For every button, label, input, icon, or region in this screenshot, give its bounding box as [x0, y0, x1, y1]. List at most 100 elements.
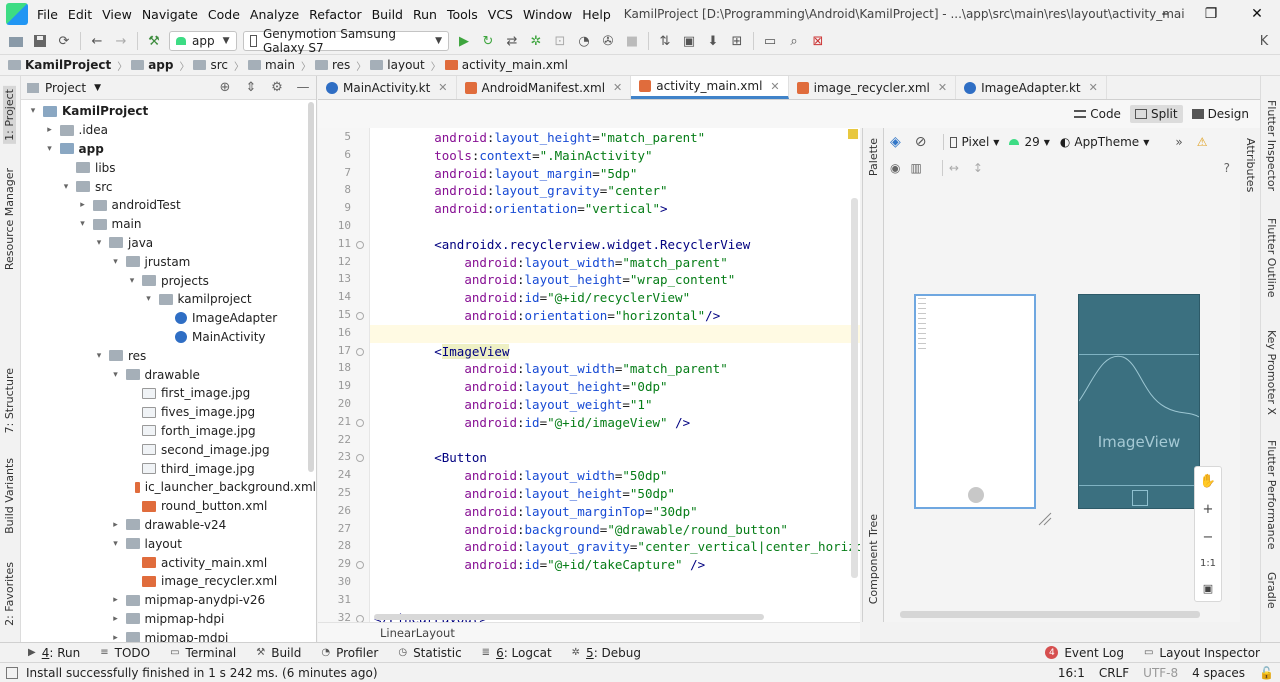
bottom-tool-tab[interactable]: ▭ Terminal	[170, 646, 236, 660]
close-tab-icon[interactable]: ✕	[1089, 81, 1098, 94]
apply-code-changes-icon[interactable]: ⇄	[500, 30, 524, 52]
tool-tab-resource-manager[interactable]: Resource Manager	[3, 168, 16, 270]
tree-node[interactable]: first_image.jpg	[21, 384, 316, 403]
status-message[interactable]: Install successfully finished in 1 s 242…	[26, 666, 378, 680]
tree-node[interactable]: ▾ kamilproject	[21, 290, 316, 309]
layout-inspector-tab[interactable]: ▭ Layout Inspector	[1144, 646, 1260, 660]
structure-breadcrumb-item[interactable]: LinearLayout	[380, 626, 455, 640]
close-tab-icon[interactable]: ✕	[613, 81, 622, 94]
minimize-button[interactable]: –	[1142, 0, 1188, 28]
tree-node[interactable]: ▾ res	[21, 346, 316, 365]
breadcrumb-item[interactable]: activity_main.xml	[444, 58, 568, 72]
tree-node[interactable]: round_button.xml	[21, 497, 316, 516]
code-line[interactable]: android:layout_height="wrap_content"	[374, 272, 735, 287]
code-line[interactable]: android:layout_marginTop="30dp"	[374, 504, 697, 519]
editor-tab[interactable]: image_recycler.xml ✕	[789, 76, 957, 99]
help-icon[interactable]: ?	[1224, 161, 1230, 175]
maximize-button[interactable]: ❐	[1188, 0, 1234, 28]
gradle-tasks-icon[interactable]: ⊠	[806, 30, 830, 52]
tree-node[interactable]: activity_main.xml	[21, 553, 316, 572]
hammer-icon[interactable]: ⚒	[142, 30, 166, 52]
bottom-tool-tab[interactable]: ⚒ Build	[256, 646, 301, 660]
menu-build[interactable]: Build	[367, 7, 408, 22]
tree-node[interactable]: ▸ .idea	[21, 121, 316, 140]
theme-picker[interactable]: ◐ AppTheme ▼	[1060, 135, 1149, 149]
close-tab-icon[interactable]: ✕	[770, 80, 779, 93]
code-line[interactable]: <ImageView	[374, 343, 510, 359]
tool-tab-flutter-inspector[interactable]: Flutter Inspector	[1265, 100, 1278, 191]
code-line[interactable]: android:background="@drawable/round_butt…	[374, 522, 788, 537]
project-tree-scrollbar[interactable]	[308, 102, 314, 472]
bottom-tool-tab[interactable]: ✲ 5: Debug	[572, 646, 641, 660]
menu-vcs[interactable]: VCS	[483, 7, 518, 22]
tree-node[interactable]: image_recycler.xml	[21, 572, 316, 591]
project-view-select[interactable]: Project	[45, 81, 86, 95]
tree-node[interactable]: ▾ main	[21, 215, 316, 234]
menu-analyze[interactable]: Analyze	[245, 7, 304, 22]
menu-window[interactable]: Window	[518, 7, 577, 22]
breadcrumb-item[interactable]: KamilProject 〉	[8, 58, 127, 73]
collapse-all-icon[interactable]: ⇕	[238, 80, 264, 95]
gear-icon[interactable]: ⚙	[264, 80, 290, 95]
tree-node[interactable]: ▸ mipmap-anydpi-v26	[21, 591, 316, 610]
close-button[interactable]: ✕	[1234, 0, 1280, 28]
design-preview[interactable]: ImageView	[1078, 294, 1200, 509]
chevron-down-icon[interactable]: ▾	[93, 351, 105, 361]
gradle-sync-icon[interactable]: ⇅	[653, 30, 677, 52]
menu-refactor[interactable]: Refactor	[304, 7, 366, 22]
tree-node[interactable]: fives_image.jpg	[21, 403, 316, 422]
zoom-to-fit-icon[interactable]: ▣	[1203, 582, 1213, 595]
editor-tab[interactable]: activity_main.xml ✕	[631, 76, 789, 99]
fold-marker-icon[interactable]	[356, 347, 364, 356]
code-line[interactable]: android:layout_margin="5dp"	[374, 166, 637, 181]
open-folder-icon[interactable]	[4, 30, 28, 52]
apply-changes-icon[interactable]: ↻	[476, 30, 500, 52]
tree-node[interactable]: ▾ drawable	[21, 365, 316, 384]
tree-node[interactable]: ▾ layout	[21, 534, 316, 553]
bottom-tool-tab[interactable]: ◔ Profiler	[321, 646, 378, 660]
vertical-resize-icon[interactable]: ↕	[973, 161, 983, 175]
tree-node[interactable]: third_image.jpg	[21, 459, 316, 478]
design-mode-button[interactable]: Design	[1187, 105, 1254, 123]
zoom-actual-size[interactable]: 1:1	[1200, 558, 1216, 569]
tool-tab-favorites[interactable]: 2: Favorites	[3, 562, 16, 626]
save-all-icon[interactable]	[28, 30, 52, 52]
attach-debugger-icon[interactable]: ⊡	[548, 30, 572, 52]
tool-tab-key-promoter[interactable]: Key Promoter X	[1265, 330, 1278, 415]
code-line[interactable]: android:layout_width="match_parent"	[374, 255, 727, 270]
sdk-manager-icon[interactable]: ⬇	[701, 30, 725, 52]
tool-tab-attributes[interactable]: Attributes	[1244, 138, 1257, 192]
code-line[interactable]: android:orientation="horizontal"/>	[374, 308, 720, 323]
tool-tab-gradle[interactable]: Gradle	[1265, 572, 1278, 609]
caret-position[interactable]: 16:1	[1058, 666, 1085, 680]
blueprint-toggle-icon[interactable]: ▥	[910, 161, 921, 175]
chevron-down-icon[interactable]: ▾	[93, 238, 105, 248]
split-mode-button[interactable]: Split	[1129, 105, 1183, 123]
editor-tab[interactable]: AndroidManifest.xml ✕	[457, 76, 632, 99]
code-line[interactable]: android:id="@+id/imageView" />	[374, 415, 690, 430]
warning-icon[interactable]: ⚠	[1197, 135, 1208, 149]
menu-edit[interactable]: Edit	[63, 7, 97, 22]
chevron-down-icon[interactable]: ▼	[94, 83, 101, 93]
code-line[interactable]: tools:context=".MainActivity"	[374, 148, 652, 163]
tool-tab-build-variants[interactable]: Build Variants	[3, 458, 16, 534]
tree-node[interactable]: ▸ mipmap-hdpi	[21, 610, 316, 629]
tree-node[interactable]: ▾ jrustam	[21, 252, 316, 271]
layout-inspector-icon[interactable]: ▭	[758, 30, 782, 52]
chevron-right-icon[interactable]: ▸	[44, 125, 56, 135]
lock-icon[interactable]: 🔓	[1259, 666, 1274, 680]
chevron-right-icon[interactable]: ▸	[110, 520, 122, 530]
menu-run[interactable]: Run	[408, 7, 442, 22]
code-editor[interactable]: 5 6 7 8 9 10 11 12 13 14 15 16 17 18 19 20 21 22 23 24 25 26 2…	[318, 128, 860, 622]
tool-tab-flutter-performance[interactable]: Flutter Performance	[1265, 440, 1278, 549]
tree-node[interactable]: ▾ KamilProject	[21, 102, 316, 121]
chevron-down-icon[interactable]: ▾	[126, 276, 138, 286]
tool-tab-flutter-outline[interactable]: Flutter Outline	[1265, 218, 1278, 298]
breadcrumb-item[interactable]: layout 〉	[370, 58, 441, 73]
tree-node[interactable]: ▸ drawable-v24	[21, 516, 316, 535]
menu-file[interactable]: File	[32, 7, 63, 22]
chevron-right-icon[interactable]: ▸	[110, 614, 122, 624]
tree-node[interactable]: second_image.jpg	[21, 440, 316, 459]
tree-node[interactable]: ▸ androidTest	[21, 196, 316, 215]
breadcrumb-item[interactable]: app 〉	[131, 58, 189, 73]
